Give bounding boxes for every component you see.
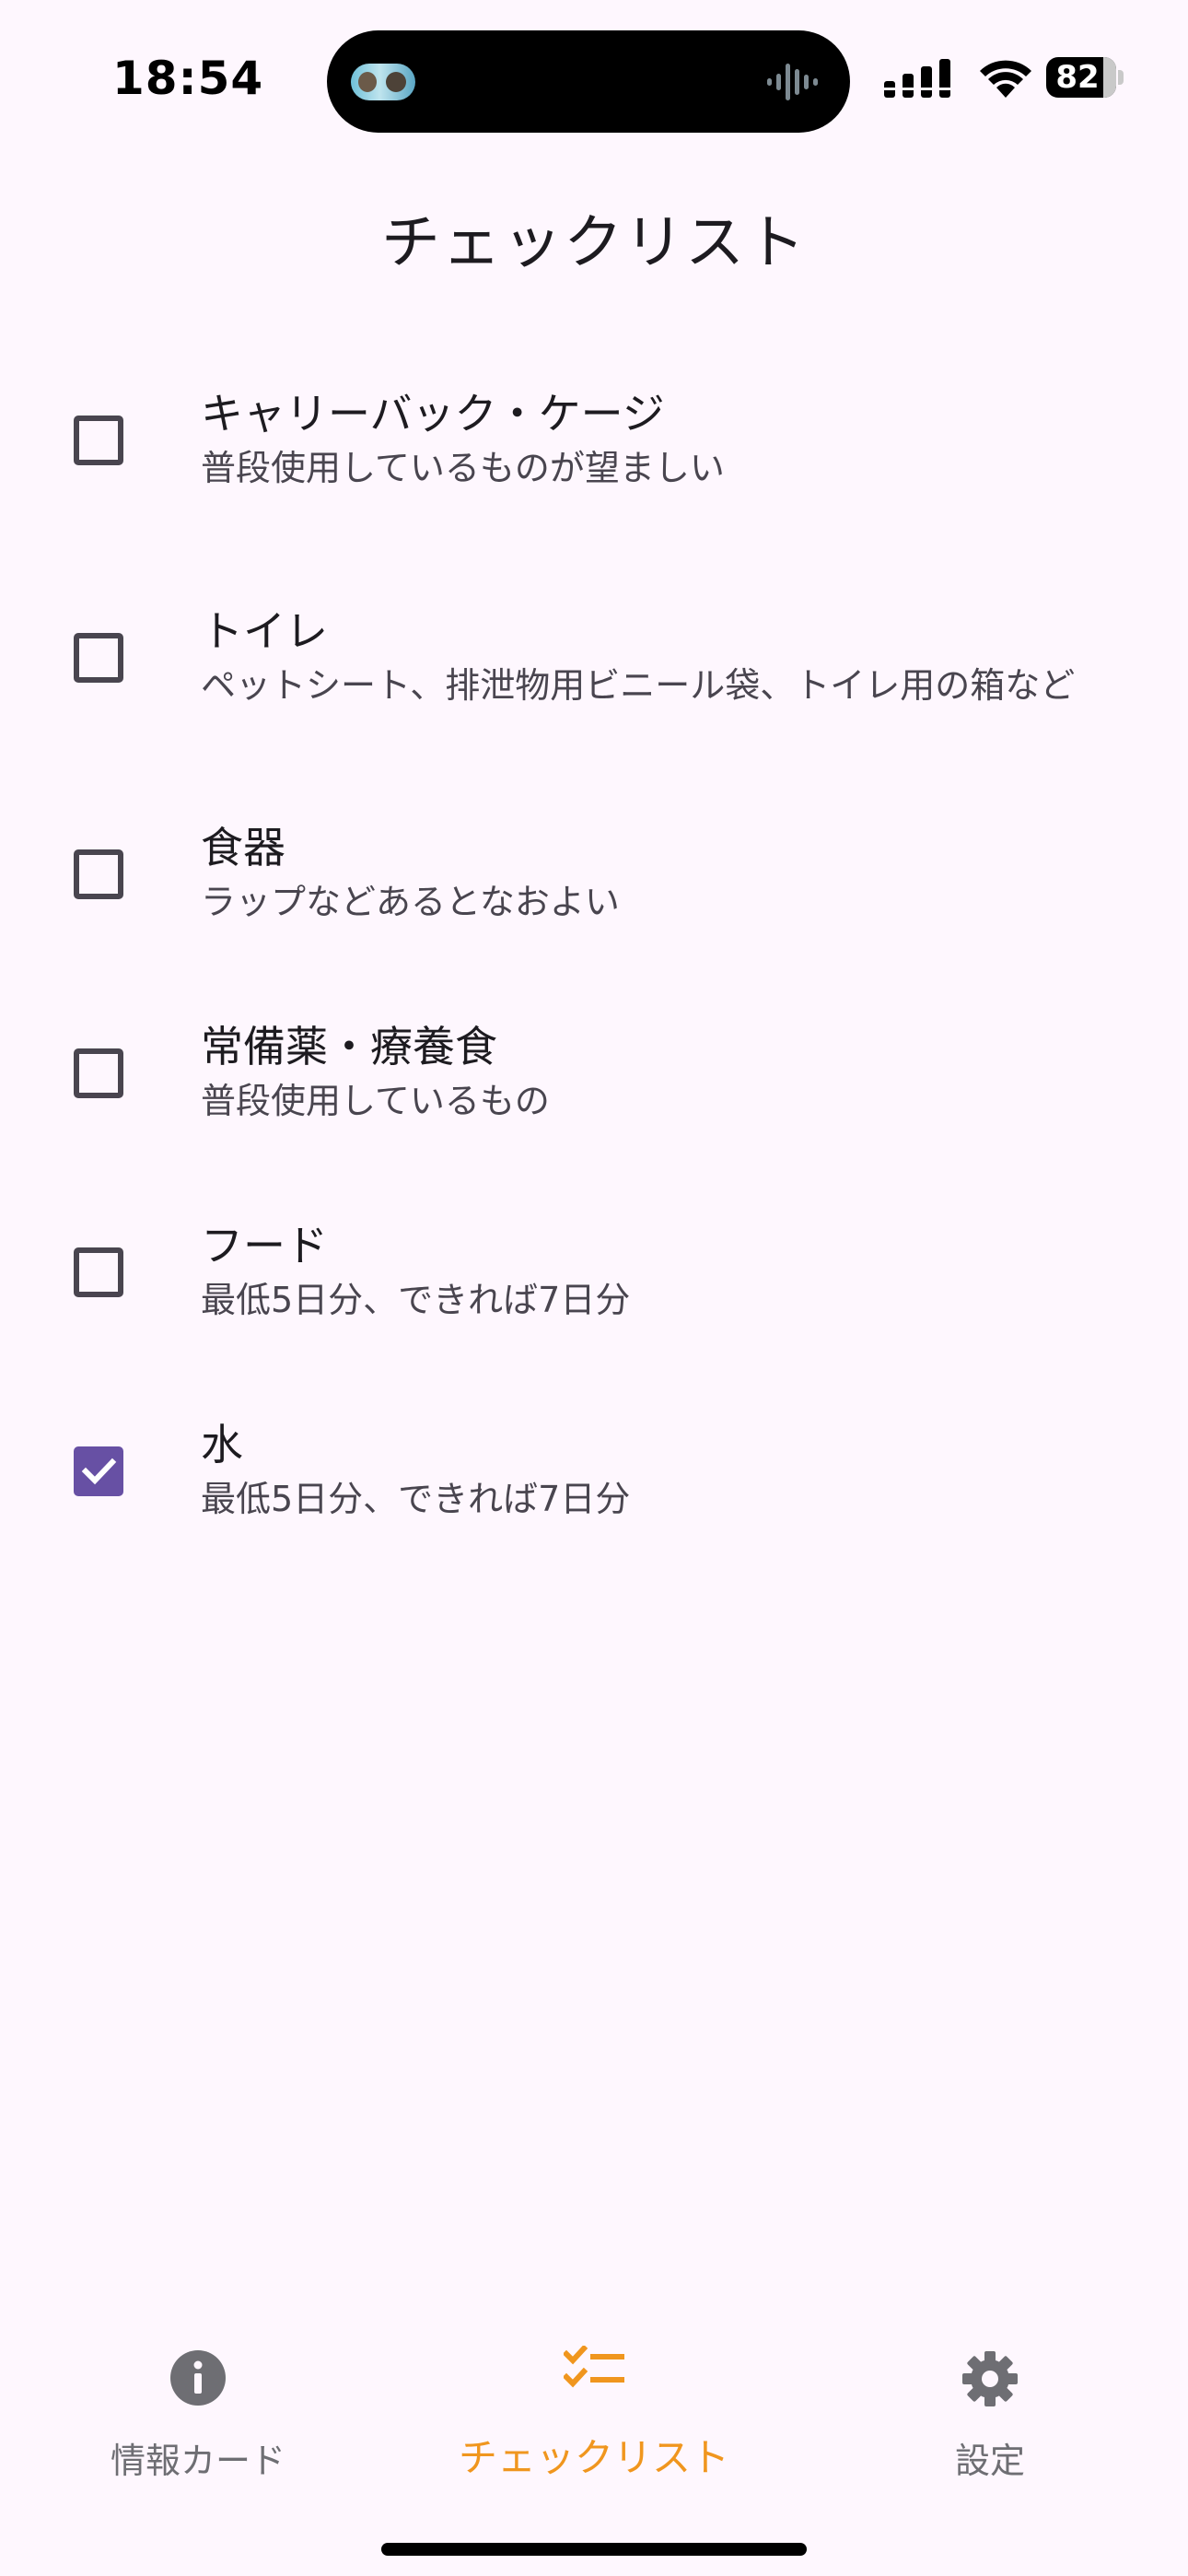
screen: 18:54 82 チェックリスト キャリーバック・ケージ 普段使用しているものが… bbox=[0, 0, 1188, 2576]
checklist-item[interactable]: フード 最低5日分、できれば7日分 bbox=[0, 1173, 1188, 1372]
checkbox-checked[interactable] bbox=[74, 1446, 123, 1496]
wifi-icon bbox=[980, 60, 1031, 98]
item-subtitle: 最低5日分、できれば7日分 bbox=[201, 1479, 631, 1519]
cellular-signal-icon bbox=[884, 59, 950, 98]
item-subtitle: ラップなどあるとなおよい bbox=[201, 882, 620, 922]
checklist-item[interactable]: キャリーバック・ケージ 普段使用しているものが望ましい bbox=[0, 341, 1188, 540]
battery-level: 82 bbox=[1055, 59, 1100, 96]
item-subtitle: 普段使用しているもの bbox=[201, 1081, 550, 1121]
item-title: 食器 bbox=[201, 823, 285, 872]
nav-label-settings: 設定 bbox=[954, 2441, 1025, 2481]
nav-label-checklist: チェックリスト bbox=[458, 2435, 729, 2480]
nav-item-settings[interactable]: 設定 bbox=[792, 2322, 1188, 2481]
checklist-item[interactable]: 常備薬・療養食 普段使用しているもの bbox=[0, 974, 1188, 1173]
bottom-navigation: 情報カード チェックリスト 設定 bbox=[0, 2322, 1188, 2481]
status-time: 18:54 bbox=[112, 52, 264, 105]
nav-label-info-card: 情報カード bbox=[110, 2441, 285, 2481]
item-title: 常備薬・療養食 bbox=[201, 1022, 497, 1071]
home-indicator[interactable] bbox=[381, 2543, 807, 2556]
item-title: フード bbox=[201, 1221, 328, 1270]
checkbox[interactable] bbox=[74, 1048, 123, 1098]
checklist-icon bbox=[564, 2346, 624, 2388]
checklist: キャリーバック・ケージ 普段使用しているものが望ましい トイレ ペットシート、排… bbox=[0, 341, 1188, 1571]
status-bar: 18:54 82 bbox=[0, 0, 1188, 157]
checkmark-icon bbox=[81, 1458, 117, 1485]
now-playing-thumbnail bbox=[351, 64, 415, 100]
checklist-item[interactable]: 水 最低5日分、できれば7日分 bbox=[0, 1372, 1188, 1571]
item-subtitle: ペットシート、排泄物用ビニール袋、トイレ用の箱など bbox=[201, 664, 1076, 706]
page-title: チェックリスト bbox=[381, 209, 807, 277]
nav-item-checklist[interactable]: チェックリスト bbox=[396, 2322, 792, 2480]
checklist-item[interactable]: 食器 ラップなどあるとなおよい bbox=[0, 775, 1188, 974]
item-subtitle: 普段使用しているものが望ましい bbox=[201, 448, 725, 488]
nav-item-info-card[interactable]: 情報カード bbox=[0, 2322, 396, 2481]
checkbox[interactable] bbox=[74, 416, 123, 465]
checklist-item[interactable]: トイレ ペットシート、排泄物用ビニール袋、トイレ用の箱など bbox=[0, 540, 1188, 775]
checkbox[interactable] bbox=[74, 849, 123, 899]
checkbox[interactable] bbox=[74, 1247, 123, 1297]
item-title: キャリーバック・ケージ bbox=[201, 389, 665, 439]
dynamic-island[interactable] bbox=[327, 30, 850, 133]
checkbox[interactable] bbox=[74, 632, 123, 683]
item-subtitle: 最低5日分、できれば7日分 bbox=[201, 1280, 631, 1320]
item-title: トイレ bbox=[201, 605, 328, 656]
audio-wave-icon bbox=[767, 64, 818, 100]
item-title: 水 bbox=[201, 1420, 243, 1469]
battery-icon: 82 bbox=[1046, 57, 1124, 98]
gear-icon bbox=[962, 2351, 1018, 2406]
info-icon bbox=[170, 2350, 226, 2406]
